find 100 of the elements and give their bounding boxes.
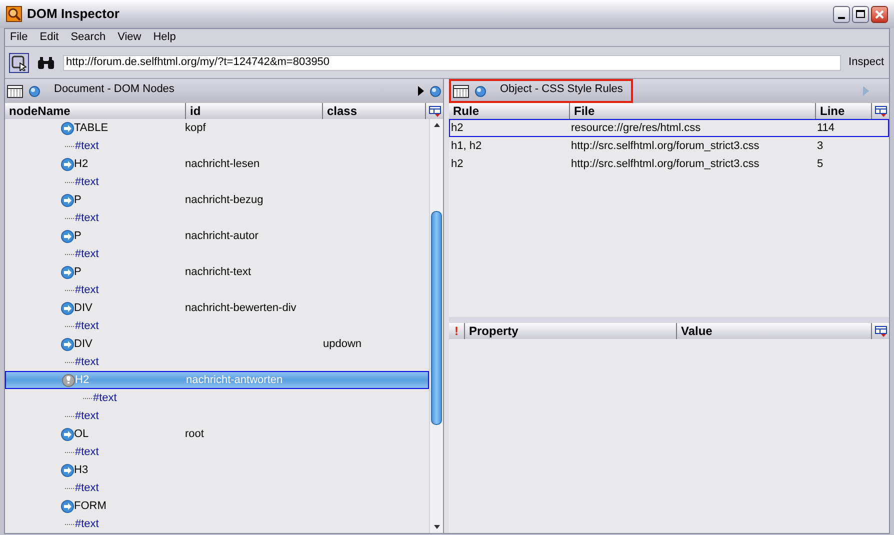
column-header[interactable]: Rule bbox=[449, 103, 570, 119]
panel-title-tab[interactable]: Object - CSS Style Rules bbox=[449, 79, 633, 103]
grid-icon[interactable] bbox=[453, 84, 469, 98]
node-arrow-icon[interactable] bbox=[61, 302, 74, 314]
rule-selector: h1, h2 bbox=[450, 138, 483, 154]
tree-row[interactable]: #text bbox=[5, 353, 429, 371]
tree-row[interactable]: #text bbox=[5, 137, 429, 155]
tree-row[interactable]: #text bbox=[5, 281, 429, 299]
column-header[interactable]: class bbox=[323, 103, 426, 119]
rule-file: resource://gre/res/html.css bbox=[571, 120, 702, 136]
node-name: FORM bbox=[74, 498, 106, 514]
tree-row[interactable]: #text bbox=[5, 209, 429, 227]
column-picker-icon[interactable] bbox=[874, 106, 886, 116]
node-name: OL bbox=[74, 426, 89, 442]
rule-row[interactable]: h2 http://src.selfhtml.org/forum_strict3.css 5 bbox=[449, 155, 889, 173]
node-arrow-icon[interactable] bbox=[61, 266, 74, 278]
node-name: P bbox=[74, 228, 82, 244]
column-picker-icon[interactable] bbox=[874, 326, 886, 336]
node-name: #text bbox=[75, 246, 99, 262]
minimize-button[interactable] bbox=[833, 6, 850, 22]
column-header[interactable]: File bbox=[570, 103, 816, 119]
node-name: TABLE bbox=[74, 120, 108, 136]
tree-row[interactable]: OL root bbox=[5, 425, 429, 443]
node-name: H2 bbox=[75, 372, 90, 388]
node-name: #text bbox=[75, 480, 99, 496]
node-arrow-icon[interactable] bbox=[61, 338, 74, 350]
column-header[interactable]: Value bbox=[677, 323, 872, 339]
globe-icon[interactable] bbox=[430, 86, 441, 96]
node-name: #text bbox=[75, 174, 99, 190]
node-arrow-icon[interactable] bbox=[61, 122, 74, 134]
tree-row[interactable]: #text bbox=[5, 389, 429, 407]
rule-row[interactable]: h1, h2 http://src.selfhtml.org/forum_strict3.css 3 bbox=[449, 137, 889, 155]
column-header[interactable]: Property bbox=[465, 323, 677, 339]
tree-row[interactable]: #text bbox=[5, 443, 429, 461]
play-arrow-icon[interactable] bbox=[418, 86, 424, 96]
panel-title: Document - DOM Nodes bbox=[54, 82, 176, 97]
node-arrow-icon[interactable] bbox=[61, 464, 74, 476]
tree-row[interactable]: P nachricht-bezug bbox=[5, 191, 429, 209]
tree-row[interactable]: #text bbox=[5, 407, 429, 425]
rule-file: http://src.selfhtml.org/forum_strict3.css bbox=[571, 156, 760, 172]
binoculars-icon[interactable] bbox=[37, 56, 55, 70]
tree-row[interactable]: H2 nachricht-lesen bbox=[5, 155, 429, 173]
menu-item[interactable]: File bbox=[9, 29, 29, 46]
column-header[interactable]: Line bbox=[816, 103, 872, 119]
app-icon bbox=[6, 6, 22, 22]
node-id: root bbox=[185, 428, 204, 440]
lightbulb-icon[interactable] bbox=[62, 374, 75, 386]
node-class: updown bbox=[323, 338, 362, 350]
tree-row[interactable]: #text bbox=[5, 479, 429, 497]
tree-row[interactable]: DIV nachricht-bewerten-div bbox=[5, 299, 429, 317]
node-arrow-icon[interactable] bbox=[61, 194, 74, 206]
tree-row[interactable]: H3 bbox=[5, 461, 429, 479]
inspect-pointer-button[interactable] bbox=[9, 52, 29, 72]
window-title: DOM Inspector bbox=[27, 5, 120, 24]
node-name: DIV bbox=[74, 336, 92, 352]
globe-icon[interactable] bbox=[29, 86, 40, 96]
tree-row[interactable]: #text bbox=[5, 173, 429, 191]
scroll-thumb[interactable] bbox=[431, 211, 442, 425]
panel-title: Object - CSS Style Rules bbox=[500, 82, 623, 97]
node-name: #text bbox=[75, 354, 99, 370]
menu-item[interactable]: View bbox=[116, 29, 142, 46]
rule-line: 3 bbox=[817, 138, 824, 154]
tree-row[interactable]: P nachricht-autor bbox=[5, 227, 429, 245]
rule-row[interactable]: h2 resource://gre/res/html.css 114 bbox=[449, 119, 889, 137]
node-id: nachricht-bezug bbox=[185, 194, 264, 206]
tree-row[interactable]: #text bbox=[5, 317, 429, 335]
inspect-label[interactable]: Inspect bbox=[848, 54, 885, 71]
node-arrow-icon[interactable] bbox=[61, 428, 74, 440]
tree-row[interactable]: #text bbox=[5, 515, 429, 533]
column-picker-icon[interactable] bbox=[428, 106, 440, 116]
node-id: nachricht-autor bbox=[185, 230, 258, 242]
url-field[interactable]: http://forum.de.selfhtml.org/my/?t=124742&m=803950 bbox=[63, 54, 841, 70]
menu-item[interactable]: Search bbox=[70, 29, 107, 46]
tree-row[interactable]: FORM bbox=[5, 497, 429, 515]
column-header[interactable]: ! bbox=[449, 323, 465, 339]
tree-row[interactable]: DIV updown bbox=[5, 335, 429, 353]
column-header[interactable]: nodeName bbox=[5, 103, 186, 119]
tree-row[interactable]: TABLE kopf bbox=[5, 119, 429, 137]
rule-line: 114 bbox=[817, 120, 835, 136]
node-id: nachricht-bewerten-div bbox=[185, 302, 296, 314]
rule-line: 5 bbox=[817, 156, 824, 172]
node-arrow-icon[interactable] bbox=[61, 230, 74, 242]
tree-row[interactable]: #text bbox=[5, 245, 429, 263]
globe-icon[interactable] bbox=[475, 86, 486, 96]
node-name: H2 bbox=[74, 156, 88, 172]
node-name: #text bbox=[75, 138, 99, 154]
node-name: #text bbox=[75, 516, 99, 532]
close-button[interactable] bbox=[871, 6, 888, 22]
grid-icon[interactable] bbox=[7, 84, 23, 98]
column-header[interactable]: id bbox=[186, 103, 323, 119]
scrollbar[interactable] bbox=[429, 119, 443, 533]
close-icon[interactable] bbox=[875, 10, 884, 18]
node-name: H3 bbox=[74, 462, 88, 478]
node-arrow-icon[interactable] bbox=[61, 158, 74, 170]
maximize-button[interactable] bbox=[852, 6, 869, 22]
menu-item[interactable]: Help bbox=[152, 29, 177, 46]
tree-row[interactable]: P nachricht-text bbox=[5, 263, 429, 281]
node-arrow-icon[interactable] bbox=[61, 500, 74, 512]
menu-item[interactable]: Edit bbox=[38, 29, 60, 46]
node-name: P bbox=[74, 264, 82, 280]
